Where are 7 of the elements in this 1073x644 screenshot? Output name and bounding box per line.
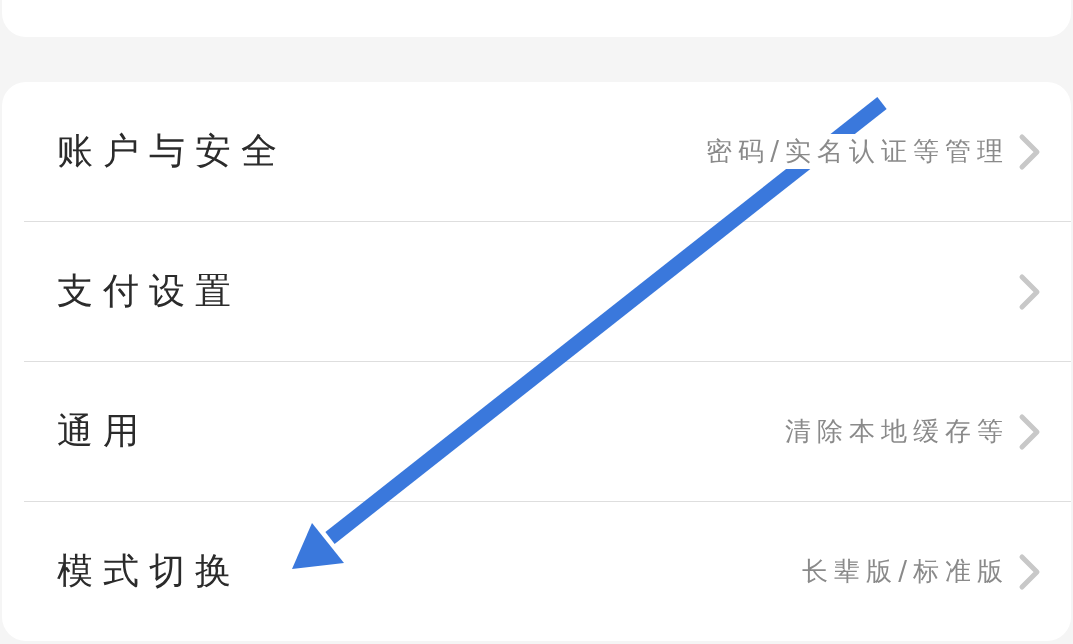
row-label: 模式切换 [57,549,242,593]
row-label: 支付设置 [57,269,242,313]
settings-row[interactable]: 账户与安全 密码/实名认证等管理 [2,82,1071,221]
settings-row[interactable]: 支付设置 [24,221,1071,361]
row-label: 通用 [57,409,150,453]
settings-row[interactable]: 通用 清除本地缓存等 [24,361,1071,501]
row-label: 账户与安全 [57,129,288,173]
